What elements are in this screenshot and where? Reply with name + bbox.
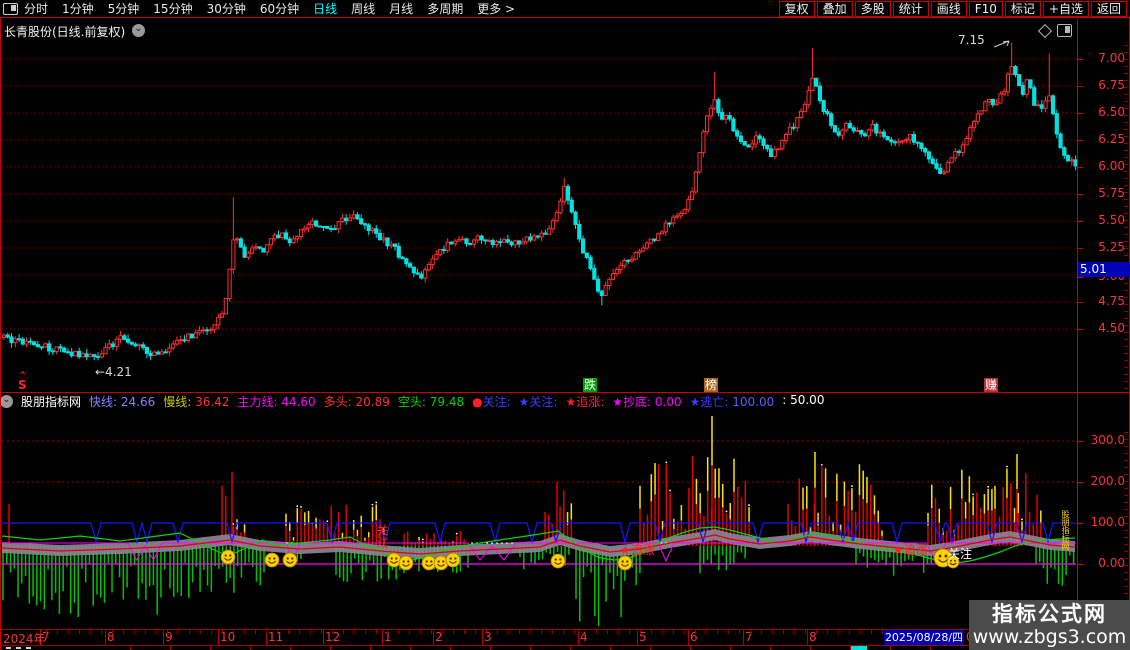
clipped-row-fragment [851,646,867,650]
action-标记[interactable]: 标记 [1004,0,1041,17]
indicator-field: ★逃亡: 100.00 [689,395,775,409]
indicator-values: 快线: 24.66 慢线: 36.42 主力线: 44.60 多头: 20.89 空头:… [89,393,824,410]
period-更多 >[interactable]: 更多 > [477,0,515,17]
logo-url: www.zbgs3.com [972,626,1127,648]
period-周线[interactable]: 周线 [351,0,375,17]
indicator-field: 慢线: 36.42 [163,395,230,409]
window-split-icon[interactable] [3,2,18,15]
action-画线[interactable]: 画线 [930,0,967,17]
indicator-field: ★抄底: 0.00 [612,395,682,409]
charts-canvas[interactable] [0,0,1130,650]
chevron-down-icon[interactable]: ⌄ [0,395,13,408]
action-+自选[interactable]: +自选 [1042,0,1089,17]
ad-tag: 榜 [704,378,719,392]
tdx-stock-window: 7.006.756.506.256.005.755.505.255.004.75… [0,0,1130,650]
period-日线[interactable]: 日线 [313,0,337,17]
smiley-emoji [617,555,633,571]
indicator-source: 股朋指标网 [21,395,82,409]
period-30分钟[interactable]: 30分钟 [207,0,246,17]
smiley-emoji [550,553,566,569]
axis-separator [1077,19,1078,645]
period-15分钟[interactable]: 15分钟 [153,0,192,17]
action-F10[interactable]: F10 [968,0,1003,17]
period-分时[interactable]: 分时 [24,0,48,17]
period-多周期[interactable]: 多周期 [427,0,463,17]
action-复权[interactable]: 复权 [778,0,815,17]
period-menu: 分时 1分钟 5分钟 15分钟 30分钟 60分钟 日线 周线 月线 多周期 更多 > [24,0,515,17]
indicator-field: : 50.00 [782,393,825,407]
indicator-field: ●关注: [472,395,511,409]
period-月线[interactable]: 月线 [389,0,413,17]
period-1分钟[interactable]: 1分钟 [62,0,94,17]
period-60分钟[interactable]: 60分钟 [260,0,299,17]
action-buttons: 复权 叠加 多股 统计 画线 F10 标记 +自选 返回 [778,0,1127,17]
smiley-emoji [445,552,461,568]
period-5分钟[interactable]: 5分钟 [108,0,140,17]
smiley-emoji [264,552,280,568]
indicator-field: ★追涨: [565,395,605,409]
indicator-field: 主力线: 44.60 [237,395,316,409]
current-date-badge: 2025/08/28/四 [884,630,964,645]
indicator-field: 多头: 20.89 [323,395,390,409]
chevron-down-icon[interactable]: ⌄ [132,24,145,37]
action-返回[interactable]: 返回 [1090,0,1127,17]
indicator-header: ⌄ 股朋指标网 快线: 24.66 慢线: 36.42 主力线: 44.60 多头: … [0,393,1076,410]
action-统计[interactable]: 统计 [892,0,929,17]
smiley-emoji [282,552,298,568]
action-叠加[interactable]: 叠加 [816,0,853,17]
frame-left [0,0,1,650]
watermark-logo: 指标公式网 www.zbgs3.com [969,600,1130,650]
logo-title: 指标公式网 [992,602,1107,626]
action-多股[interactable]: 多股 [854,0,891,17]
indicator-field: 空头: 79.48 [397,395,465,409]
indicator-field: 快线: 24.66 [89,395,156,409]
ad-tag: 跌 [583,378,598,392]
page-title: 长青股份(日线.前复权) [4,25,126,39]
title-bar: 长青股份(日线.前复权) ⌄ [0,19,1130,40]
time-axis-bottom-line [0,645,1130,646]
smiley-emoji [398,555,414,571]
panel-toggle-icon[interactable] [1057,24,1072,37]
indicator-field: ★关注: [518,395,558,409]
diamond-icon[interactable] [1037,23,1053,39]
year-label: 2024年 [3,632,46,646]
smiley-emoji [220,549,236,565]
last-price-badge: 5.01 [1078,262,1130,277]
ad-tag: 赚 [984,378,999,392]
top-menu-bar: 分时 1分钟 5分钟 15分钟 30分钟 60分钟 日线 周线 月线 多周期 更多 > 复权 叠加 多股… [0,0,1130,18]
smiley-emoji [946,555,960,569]
